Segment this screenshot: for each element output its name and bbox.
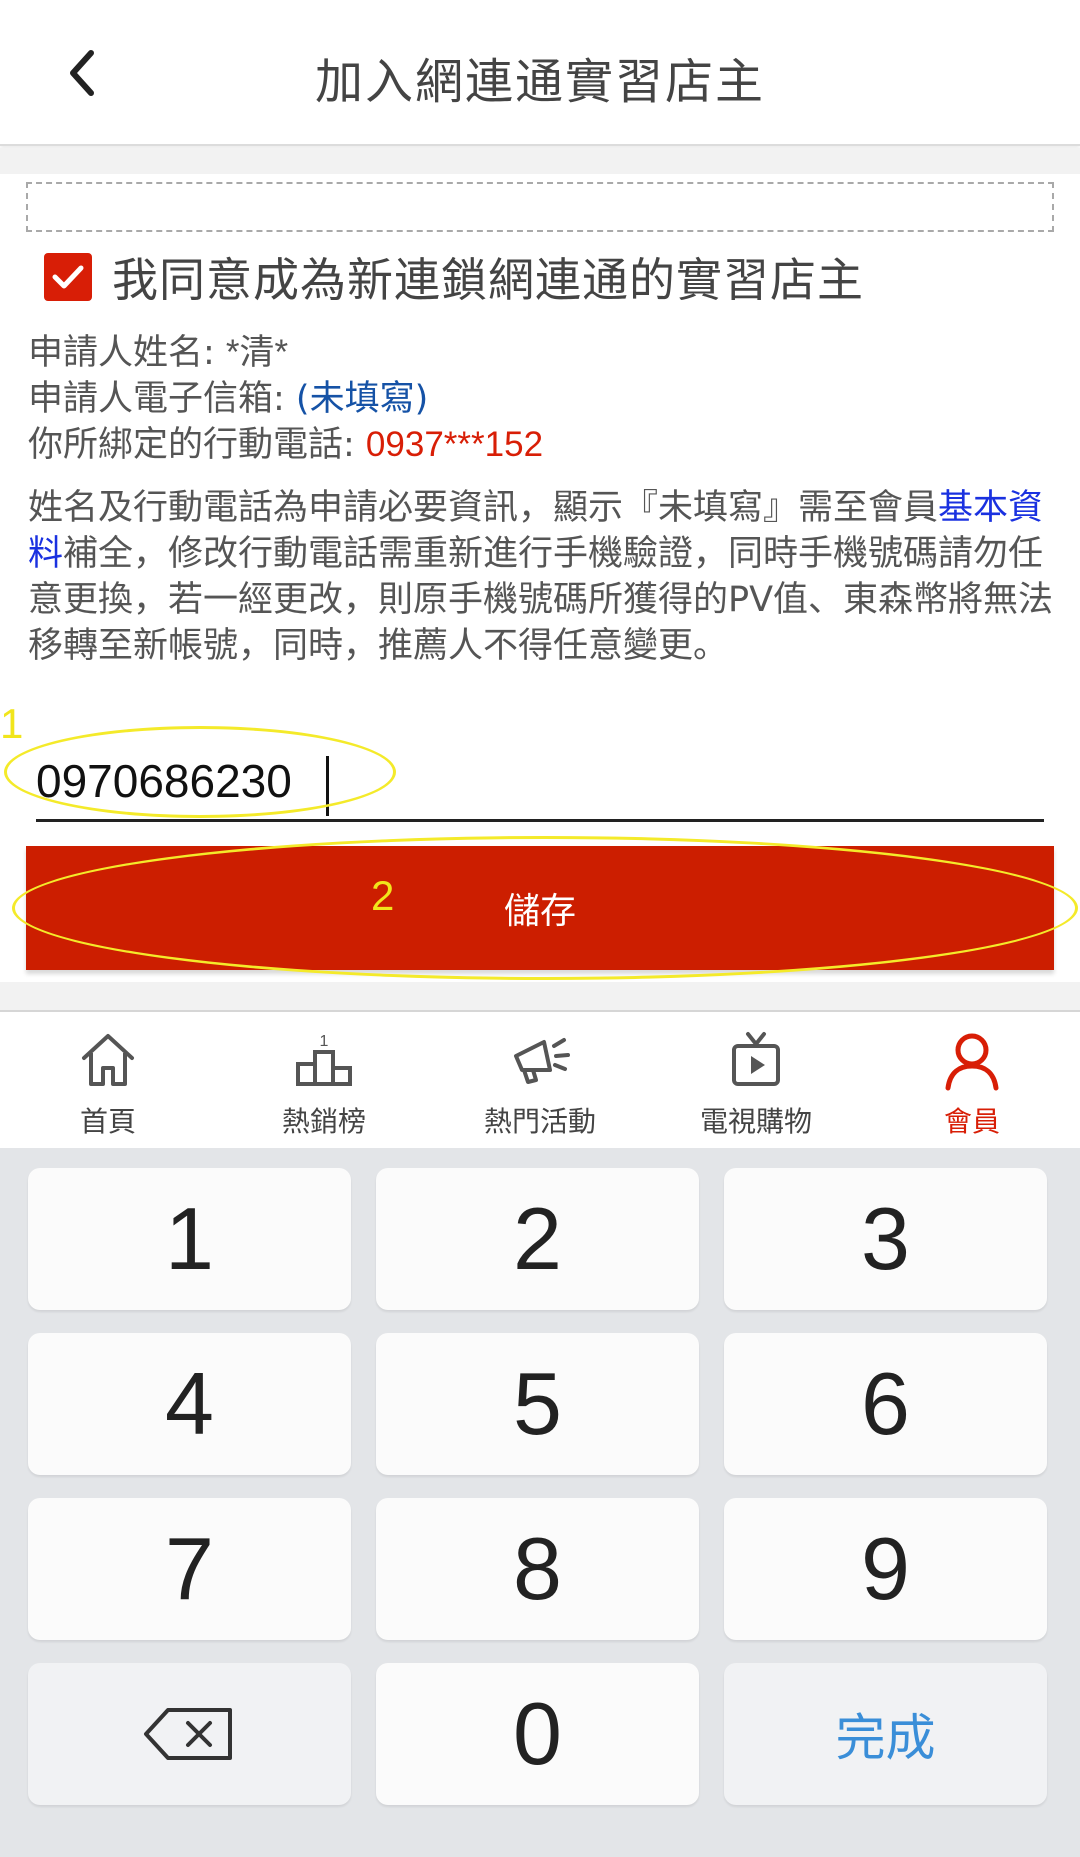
nav-item-tv-shopping[interactable]: 電視購物: [648, 1012, 864, 1148]
key-1[interactable]: 1: [28, 1168, 351, 1310]
bottom-nav: 首頁 1 熱銷榜 熱門活動 電視購物 會員: [0, 1010, 1080, 1148]
done-key[interactable]: 完成: [724, 1663, 1047, 1805]
notice-text-end: 補全，修改行動電話需重新進行手機驗證，同時手機號碼請勿任意更換，若一經更改，則原…: [28, 534, 1054, 666]
bound-phone-label: 你所綁定的行動電話:: [28, 425, 366, 465]
home-icon: [82, 1034, 134, 1086]
key-0[interactable]: 0: [376, 1663, 699, 1805]
member-icon: [945, 1033, 999, 1091]
annotation-ellipse-save: [12, 836, 1078, 980]
notice-text-start: 姓名及行動電話為申請必要資訊，顯示『未填寫』需至會員: [28, 488, 939, 528]
nav-item-member[interactable]: 會員: [864, 1012, 1080, 1148]
key-5[interactable]: 5: [376, 1333, 699, 1475]
nav-label-member: 會員: [943, 1105, 1000, 1138]
podium-rank: 1: [320, 1033, 329, 1050]
podium-icon: 1: [296, 1033, 352, 1086]
applicant-email-line: 申請人電子信箱: (未填寫): [28, 370, 428, 421]
key-8[interactable]: 8: [376, 1498, 699, 1640]
placeholder-box: [26, 182, 1054, 232]
applicant-name-value: *清*: [225, 333, 289, 372]
page-title: 加入網連通實習店主: [314, 54, 765, 110]
agree-row[interactable]: 我同意成為新連鎖網連通的實習店主: [44, 244, 864, 310]
agree-checkbox[interactable]: [44, 253, 92, 301]
nav-gap: [0, 982, 1080, 1010]
agree-label: 我同意成為新連鎖網連通的實習店主: [112, 253, 864, 307]
checkmark-icon: [52, 265, 84, 289]
nav-label-home: 首頁: [79, 1105, 136, 1138]
nav-label-tv-shopping: 電視購物: [699, 1105, 812, 1138]
applicant-name-line: 申請人姓名: *清*: [28, 324, 288, 375]
nav-label-events: 熱門活動: [483, 1105, 596, 1138]
form-content: 我同意成為新連鎖網連通的實習店主 申請人姓名: *清* 申請人電子信箱: (未填…: [0, 148, 1080, 980]
applicant-name-label: 申請人姓名:: [28, 333, 226, 373]
backspace-key[interactable]: [28, 1663, 351, 1805]
key-4[interactable]: 4: [28, 1333, 351, 1475]
app-header: 加入網連通實習店主: [0, 0, 1080, 146]
key-2[interactable]: 2: [376, 1168, 699, 1310]
key-3[interactable]: 3: [724, 1168, 1047, 1310]
notice-text: 姓名及行動電話為申請必要資訊，顯示『未填寫』需至會員基本資料補全，修改行動電話需…: [28, 485, 1058, 669]
megaphone-icon: [514, 1038, 570, 1084]
annotation-marker-1: 1: [0, 700, 24, 747]
section-gap: [0, 148, 1080, 174]
nav-item-home[interactable]: 首頁: [0, 1012, 216, 1148]
nav-label-bestsellers: 熱銷榜: [281, 1105, 366, 1138]
bound-phone-value: 0937***152: [365, 425, 544, 464]
nav-item-bestsellers[interactable]: 1 熱銷榜: [216, 1012, 432, 1148]
bound-phone-line: 你所綁定的行動電話: 0937***152: [28, 416, 543, 467]
applicant-email-value: (未填寫): [295, 379, 429, 419]
annotation-ellipse-input: [4, 726, 396, 818]
tv-icon: [732, 1032, 780, 1086]
key-9[interactable]: 9: [724, 1498, 1047, 1640]
applicant-email-label: 申請人電子信箱:: [28, 379, 296, 419]
backspace-icon: [143, 1708, 232, 1760]
key-6[interactable]: 6: [724, 1333, 1047, 1475]
nav-item-events[interactable]: 熱門活動: [432, 1012, 648, 1148]
key-7[interactable]: 7: [28, 1498, 351, 1640]
numeric-keyboard: 1 2 3 4 5 6 7 8 9 0 完成: [0, 1148, 1080, 1857]
